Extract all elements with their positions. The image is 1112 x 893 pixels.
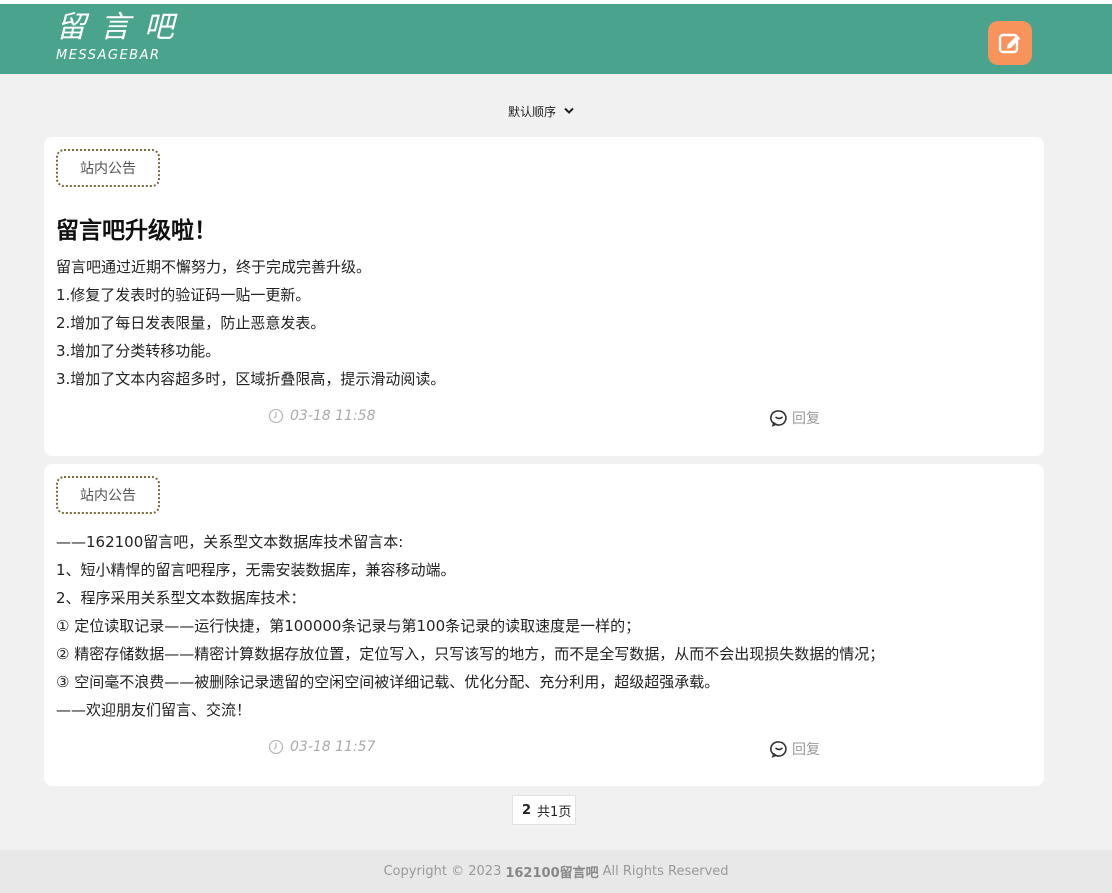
clock-icon — [268, 739, 284, 755]
post-line: 1.修复了发表时的验证码一贴一更新。 — [56, 286, 311, 304]
comment-icon — [770, 740, 788, 758]
post-line: 留言吧通过近期不懈努力，终于完成完善升级。 — [56, 258, 372, 276]
reply-button[interactable]: 回复 — [770, 408, 820, 428]
comment-icon — [770, 409, 788, 427]
post-line: ——162100留言吧，关系型文本数据库技术留言本: — [56, 533, 404, 551]
category-tag[interactable]: 站内公告 — [56, 149, 160, 187]
post-time: 03-18 11:57 — [268, 739, 375, 755]
category-tag[interactable]: 站内公告 — [56, 476, 160, 514]
post-card: 站内公告 留言吧升级啦！ 留言吧通过近期不懈努力，终于完成完善升级。 1.修复了… — [44, 137, 1044, 456]
post-title: 留言吧升级啦！ — [56, 218, 217, 244]
sort-select[interactable]: 默认顺序 — [508, 101, 574, 121]
post-time-text: 03-18 11:58 — [290, 408, 376, 424]
logo-sub: MESSAGEBAR — [56, 48, 161, 63]
copyright-prefix: Copyright © 2023 — [383, 864, 502, 879]
post-time-text: 03-18 11:57 — [290, 739, 376, 755]
post-line: 3.增加了分类转移功能。 — [56, 342, 221, 360]
reply-label: 回复 — [792, 742, 820, 758]
post-line: ① 定位读取记录——运行快捷，第100000条记录与第100条记录的读取速度是一… — [56, 617, 641, 635]
current-page[interactable]: 2 — [513, 803, 537, 818]
header: 留言吧 MESSAGEBAR — [0, 4, 1112, 74]
post-line: 2.增加了每日发表限量，防止恶意发表。 — [56, 314, 326, 332]
copyright-suffix: All Rights Reserved — [602, 864, 729, 879]
post-time: 03-18 11:58 — [268, 408, 375, 424]
clock-icon — [268, 408, 284, 424]
post-line: 3.增加了文本内容超多时，区域折叠限高，提示滑动阅读。 — [56, 370, 446, 388]
logo-main: 留言吧 — [56, 10, 188, 45]
post-body: ——162100留言吧，关系型文本数据库技术留言本: 1、短小精悍的留言吧程序，… — [56, 528, 884, 724]
pagination: 2 共1页 — [512, 795, 576, 825]
post-body: 留言吧通过近期不懈努力，终于完成完善升级。 1.修复了发表时的验证码一贴一更新。… — [56, 253, 445, 393]
reply-label: 回复 — [792, 411, 820, 427]
post-line: ——欢迎朋友们留言、交流！ — [56, 701, 252, 719]
footer: Copyright © 2023 162100留言吧 All Rights Re… — [0, 850, 1112, 893]
chevron-down-icon — [564, 107, 574, 115]
post-line: 1、短小精悍的留言吧程序，无需安装数据库，兼容移动端。 — [56, 561, 456, 579]
post-line: ② 精密存储数据——精密计算数据存放位置，定位写入，只写该写的地方，而不是全写数… — [56, 645, 885, 663]
reply-button[interactable]: 回复 — [770, 739, 820, 759]
post-line: ③ 空间毫不浪费——被删除记录遗留的空闲空间被详细记载、优化分配、充分利用，超级… — [56, 673, 720, 691]
logo[interactable]: 留言吧 MESSAGEBAR — [56, 10, 188, 64]
write-message-button[interactable] — [988, 21, 1032, 65]
post-card: 站内公告 ——162100留言吧，关系型文本数据库技术留言本: 1、短小精悍的留… — [44, 464, 1044, 786]
edit-icon — [997, 30, 1023, 56]
sort-label: 默认顺序 — [508, 104, 557, 119]
post-line: 2、程序采用关系型文本数据库技术： — [56, 589, 306, 607]
page-total: 共1页 — [537, 804, 572, 820]
site-name[interactable]: 162100留言吧 — [505, 862, 598, 881]
